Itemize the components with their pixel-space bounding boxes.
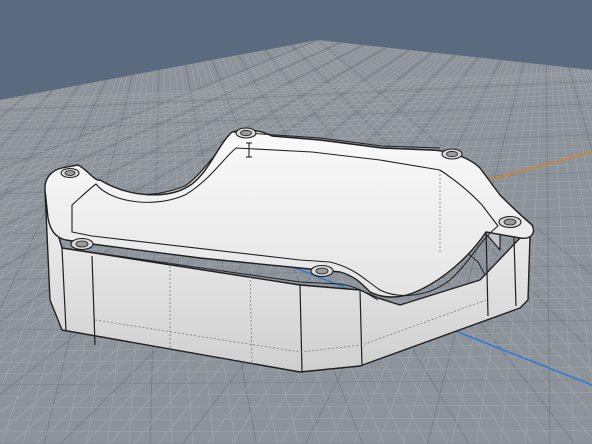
hole-right[interactable] <box>498 215 522 229</box>
hole-top-center[interactable] <box>235 127 257 139</box>
hole-front-center[interactable] <box>310 264 334 278</box>
hole-front-left[interactable] <box>70 237 94 251</box>
viewport-canvas[interactable] <box>0 0 592 444</box>
3d-viewport[interactable] <box>0 0 592 444</box>
hole-top-left[interactable] <box>60 167 80 179</box>
hole-top-right[interactable] <box>441 148 463 160</box>
